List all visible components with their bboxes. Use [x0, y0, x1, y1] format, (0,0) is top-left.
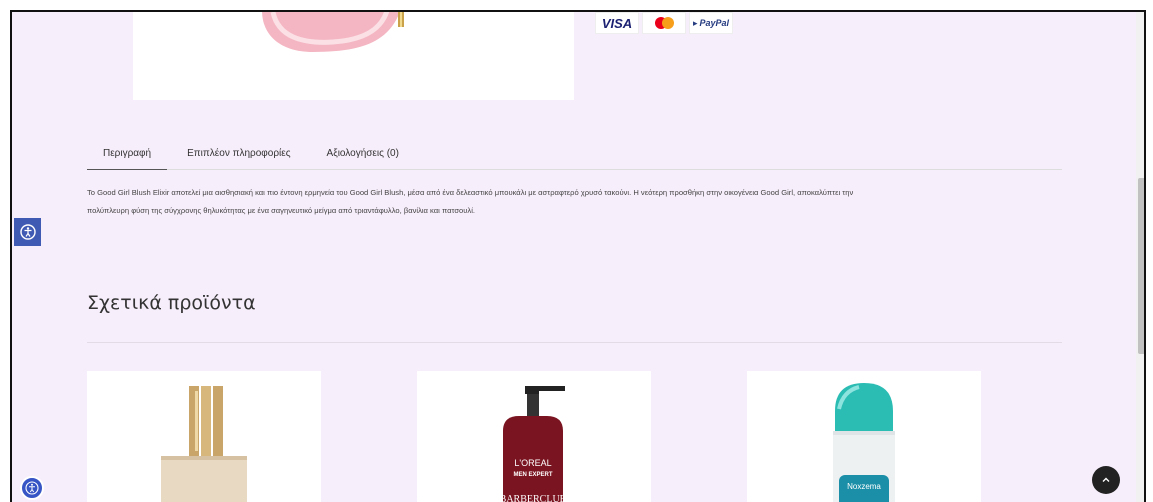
related-products-title: Σχετικά προϊόντα [87, 292, 256, 314]
perfume-bottle-image [262, 12, 404, 52]
paypal-label: PayPal [699, 18, 730, 28]
noxzema-brand-text: Noxzema [847, 482, 881, 491]
product-image [133, 12, 574, 100]
paypal-badge: ▸ PayPal [689, 12, 733, 34]
description-line-1: Το Good Girl Blush Elixir αποτελεί μια α… [87, 188, 854, 197]
loreal-brand-text: L'OREAL [514, 458, 551, 468]
accessibility-toolbar-button[interactable] [14, 218, 41, 246]
related-product-card[interactable] [87, 371, 321, 502]
product-tabs: Περιγραφή Επιπλέον πληροφορίες Αξιολογήσ… [87, 140, 1062, 170]
accessibility-icon [19, 224, 36, 240]
men-expert-text: MEN EXPERT [513, 472, 552, 478]
noxzema-rollon-image: Noxzema [833, 383, 895, 502]
barberclub-text: BARBERCLUB [500, 494, 567, 502]
tab-additional-info[interactable]: Επιπλέον πληροφορίες [171, 140, 306, 170]
page-frame: VISA ▸ PayPal Περιγραφή Επιπλέον πληροφο… [10, 10, 1146, 502]
visa-label: VISA [601, 15, 633, 31]
tab-description[interactable]: Περιγραφή [87, 140, 168, 170]
description-line-2: πολύπλευρη φύση της σύγχρονης θηλυκότητα… [87, 206, 476, 215]
mastercard-badge [642, 12, 686, 34]
scrollbar-thumb[interactable] [1138, 178, 1144, 354]
accessibility-person-icon [25, 481, 39, 495]
mastercard-icon-right [661, 17, 674, 29]
related-product-card[interactable]: L'OREAL MEN EXPERT BARBERCLUB [417, 371, 651, 502]
chevron-up-icon [1102, 477, 1110, 482]
scroll-to-top-button[interactable] [1092, 466, 1120, 494]
paypal-icon: ▸ [692, 17, 698, 28]
divider [87, 342, 1062, 343]
product-description: Το Good Girl Blush Elixir αποτελεί μια α… [87, 184, 1067, 220]
related-product-card[interactable]: Noxzema [747, 371, 981, 502]
accessibility-widget-button[interactable] [20, 476, 44, 500]
barberclub-bottle-image: L'OREAL MEN EXPERT BARBERCLUB [500, 386, 567, 502]
visa-badge: VISA [595, 12, 639, 34]
foundation-bottle-image [161, 386, 247, 502]
tab-reviews[interactable]: Αξιολογήσεις (0) [311, 140, 415, 170]
